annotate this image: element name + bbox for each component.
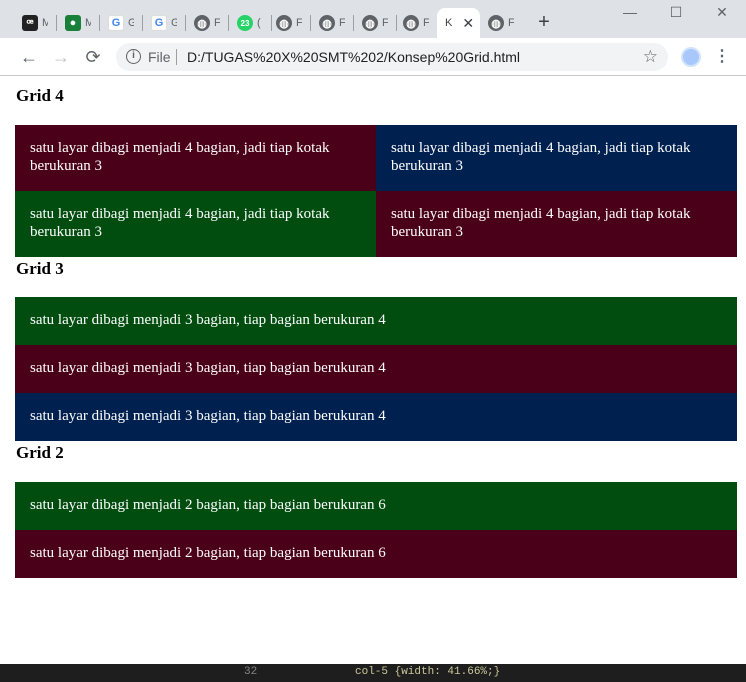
- tab-page[interactable]: ◍ F: [482, 8, 523, 38]
- address-bar[interactable]: i File D:/TUGAS%20X%20SMT%202/Konsep%20G…: [116, 43, 668, 71]
- url-scheme: File: [148, 49, 171, 65]
- globe-icon: ◍: [276, 15, 292, 31]
- tab-active[interactable]: K ✕: [437, 8, 480, 38]
- globe-icon: ◍: [403, 15, 419, 31]
- globe-icon: ◍: [362, 15, 378, 31]
- google-icon: G: [108, 15, 124, 31]
- menu-icon[interactable]: ⋮: [714, 46, 730, 68]
- url-text[interactable]: D:/TUGAS%20X%20SMT%202/Konsep%20Grid.htm…: [187, 49, 520, 65]
- tab-page[interactable]: ◍ F: [188, 8, 229, 38]
- line-number: 32: [244, 666, 258, 678]
- tab-title: G: [171, 17, 177, 29]
- globe-icon: ◍: [488, 15, 504, 31]
- tab-whatsapp[interactable]: 23 (: [231, 8, 272, 38]
- close-tab-icon[interactable]: ✕: [462, 15, 474, 32]
- reload-button[interactable]: ⟳: [82, 46, 104, 68]
- code-snippet: col-5 {width: 41.66%;}: [355, 666, 501, 678]
- grid4-cell: satu layar dibagi menjadi 4 bagian, jadi…: [376, 191, 737, 257]
- bookmark-star-icon[interactable]: ☆: [643, 47, 658, 67]
- tab-gitbook[interactable]: ꟹ M: [16, 8, 57, 38]
- tab-title: F: [214, 17, 220, 29]
- tab-title: K: [445, 17, 453, 29]
- tab-google-1[interactable]: G G: [102, 8, 143, 38]
- background-editor-strip: 32 col-5 {width: 41.66%;}: [0, 664, 746, 682]
- tab-page[interactable]: ◍ F: [356, 8, 397, 38]
- grid4-cell: satu layar dibagi menjadi 4 bagian, jadi…: [15, 191, 376, 257]
- browser-window: ꟹ M ● M G G G G ◍ F 23 ( ◍ F ◍ F ◍ F ◍ F…: [0, 0, 746, 682]
- close-window-button[interactable]: ✕: [699, 2, 745, 22]
- grid4-cell: satu layar dibagi menjadi 4 bagian, jadi…: [376, 125, 737, 191]
- tab-strip: ꟹ M ● M G G G G ◍ F 23 ( ◍ F ◍ F ◍ F ◍ F…: [0, 0, 746, 38]
- tab-title: G: [128, 17, 134, 29]
- tab-page[interactable]: ◍ F: [270, 8, 311, 38]
- grid4-title: Grid 4: [16, 86, 64, 105]
- back-button[interactable]: ←: [18, 46, 40, 68]
- tab-title: M: [85, 17, 91, 29]
- tab-title: F: [508, 17, 514, 29]
- grid4-cell: satu layar dibagi menjadi 4 bagian, jadi…: [15, 125, 376, 191]
- minimize-button[interactable]: —: [607, 2, 653, 22]
- grid2-title: Grid 2: [16, 443, 64, 462]
- tab-title: M: [42, 17, 48, 29]
- forward-button[interactable]: →: [50, 46, 72, 68]
- browser-toolbar: ← → ⟳ i File D:/TUGAS%20X%20SMT%202/Kons…: [0, 38, 746, 76]
- profile-avatar[interactable]: [681, 47, 701, 67]
- tab-classroom[interactable]: ● M: [59, 8, 100, 38]
- globe-icon: ◍: [319, 15, 335, 31]
- grid3-cell: satu layar dibagi menjadi 3 bagian, tiap…: [15, 393, 737, 441]
- classroom-icon: ●: [65, 15, 81, 31]
- page-content: Grid 4 satu layar dibagi menjadi 4 bagia…: [0, 76, 746, 682]
- tab-title: (: [257, 17, 261, 29]
- info-icon[interactable]: i: [126, 49, 141, 64]
- grid2-cell: satu layar dibagi menjadi 2 bagian, tiap…: [15, 482, 737, 530]
- grid3-cell: satu layar dibagi menjadi 3 bagian, tiap…: [15, 297, 737, 345]
- tab-title: F: [339, 17, 345, 29]
- grid3-cell: satu layar dibagi menjadi 3 bagian, tiap…: [15, 345, 737, 393]
- gitbook-icon: ꟹ: [22, 15, 38, 31]
- tab-title: F: [423, 17, 429, 29]
- new-tab-button[interactable]: +: [534, 12, 554, 32]
- tab-title: F: [296, 17, 302, 29]
- globe-icon: ◍: [194, 15, 210, 31]
- whatsapp-badge-icon: 23: [237, 15, 253, 31]
- grid2-cell: satu layar dibagi menjadi 2 bagian, tiap…: [15, 530, 737, 578]
- google-icon: G: [151, 15, 167, 31]
- tab-page[interactable]: ◍ F: [397, 8, 438, 38]
- maximize-button[interactable]: ☐: [653, 2, 699, 22]
- tab-google-2[interactable]: G G: [145, 8, 186, 38]
- grid3-title: Grid 3: [16, 259, 64, 278]
- tab-page[interactable]: ◍ F: [313, 8, 354, 38]
- tab-title: F: [382, 17, 388, 29]
